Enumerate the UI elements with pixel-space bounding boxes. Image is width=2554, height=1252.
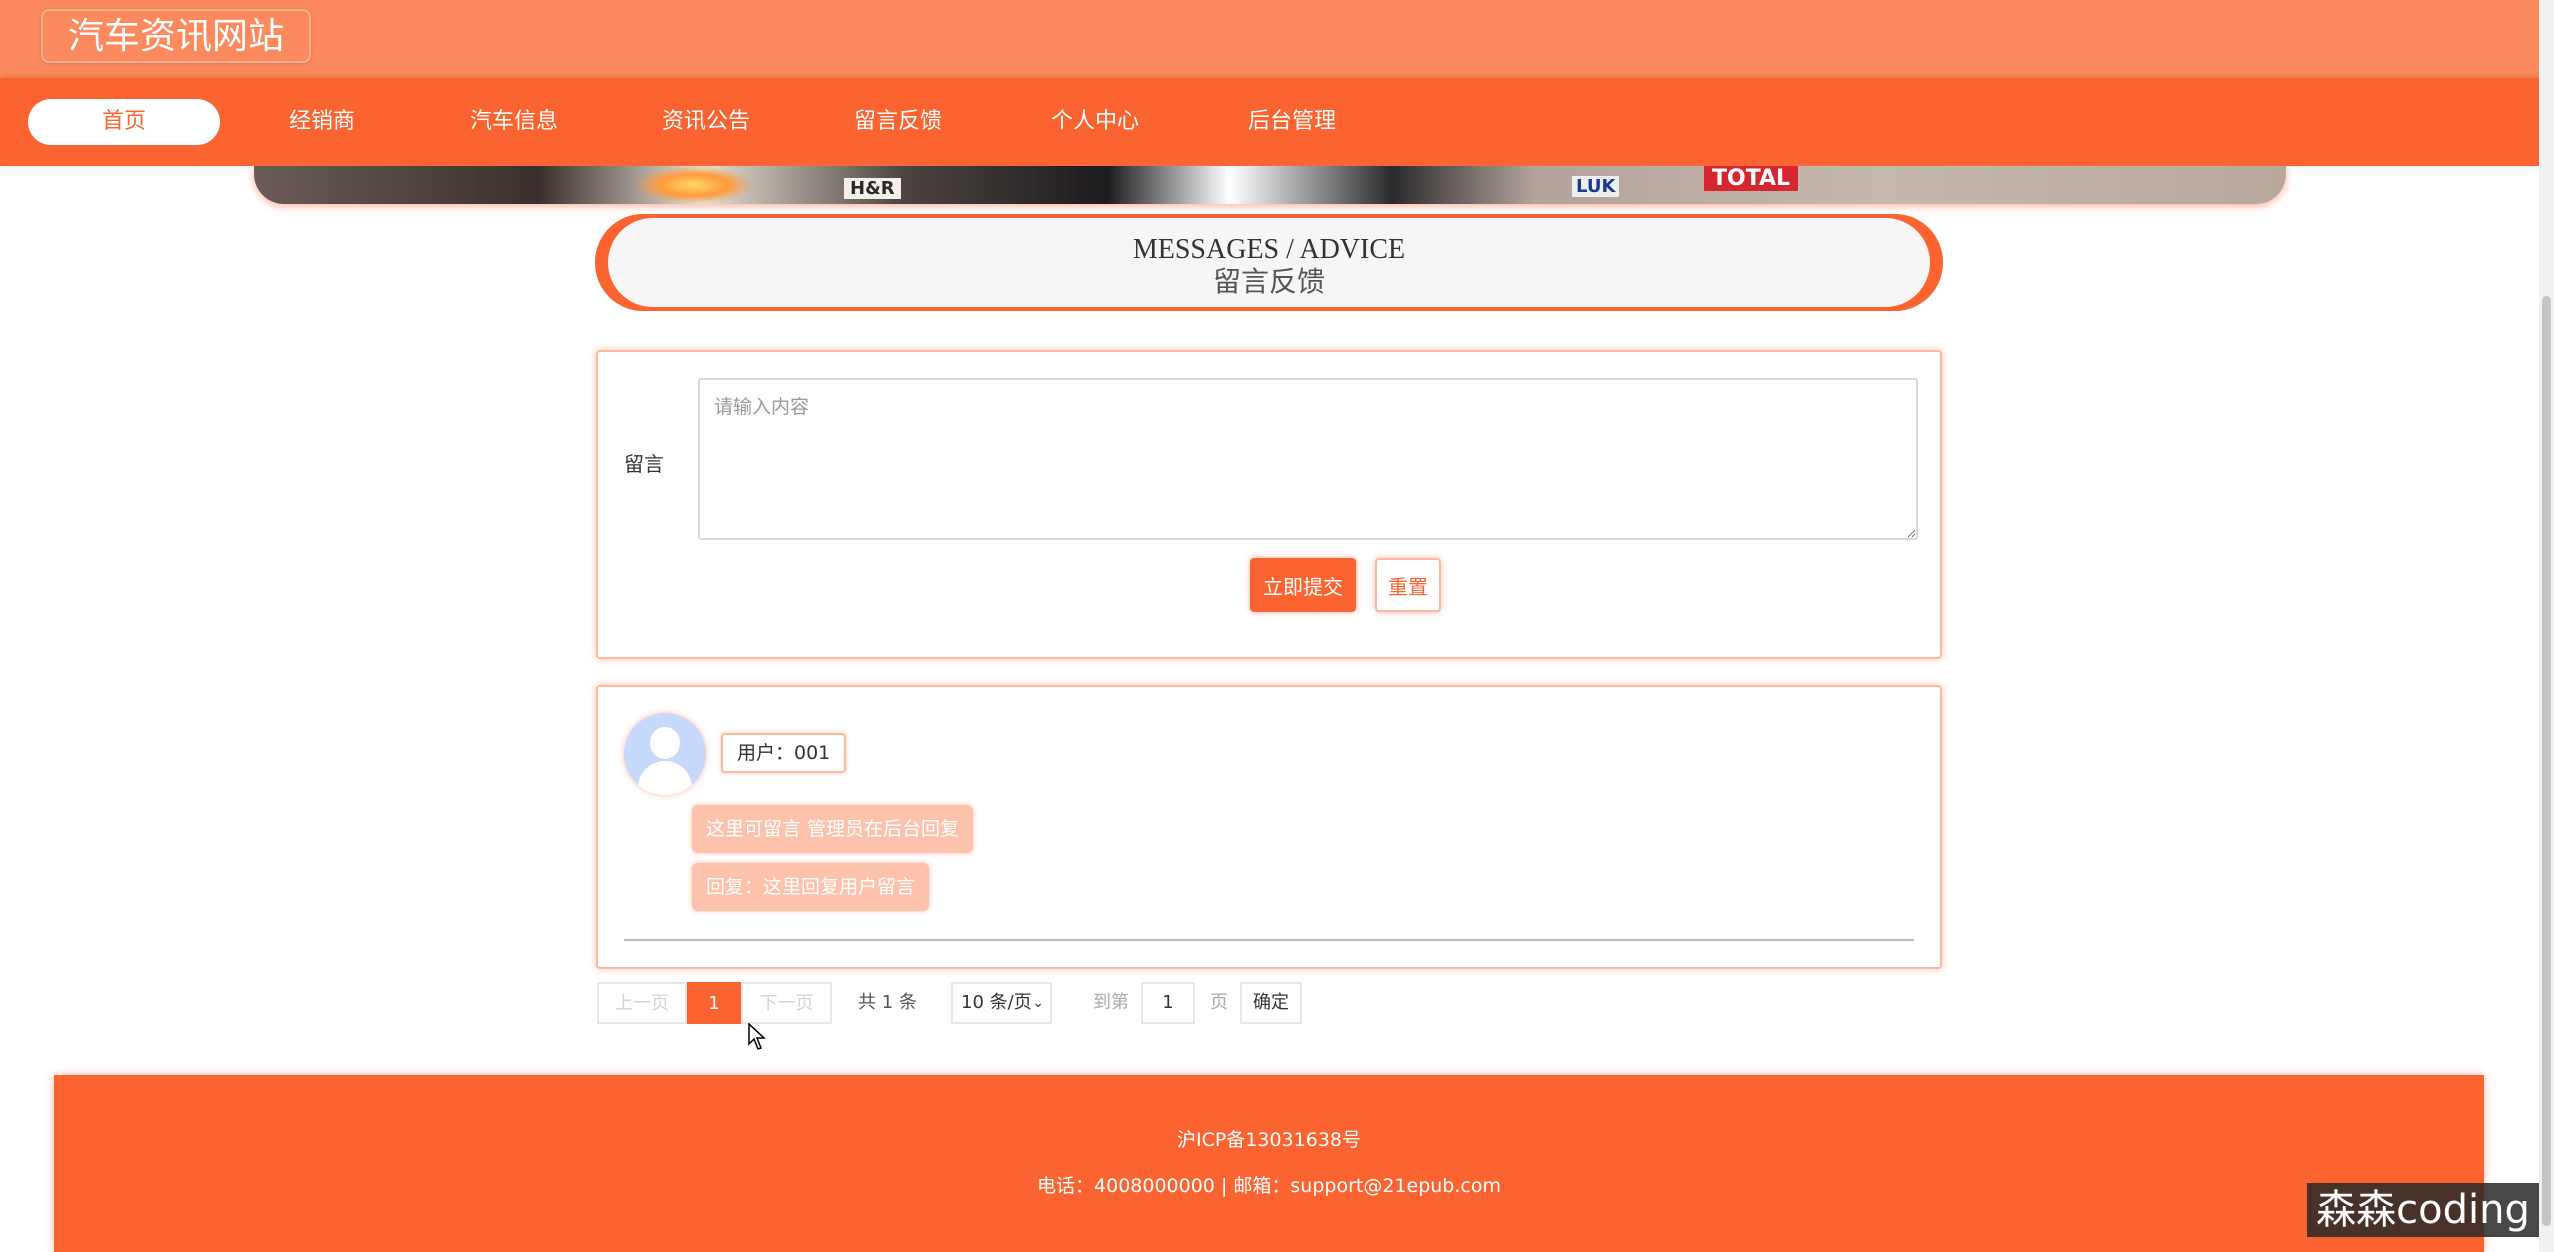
banner-carousel[interactable]: H&R TOTAL LUK <box>254 166 2286 204</box>
nav-item-admin[interactable]: 后台管理 <box>1232 99 1352 145</box>
banner-sponsor-logo: H&R <box>844 178 901 199</box>
footer-icp: 沪ICP备13031638号 <box>1176 1129 1362 1151</box>
watermark: 森森coding <box>2307 1183 2539 1237</box>
divider <box>624 939 1914 941</box>
footer: 沪ICP备13031638号 电话：4008000000 | 邮箱：suppor… <box>54 1075 2484 1252</box>
goto-confirm-button[interactable]: 确定 <box>1240 982 1302 1024</box>
nav-item-news[interactable]: 资讯公告 <box>646 99 766 145</box>
submit-button[interactable]: 立即提交 <box>1250 558 1356 612</box>
next-page-button[interactable]: 下一页 <box>741 982 832 1024</box>
site-title[interactable]: 汽车资讯网站 <box>41 9 311 63</box>
message-form: 留言 立即提交 重置 <box>596 350 1942 659</box>
goto-page-input[interactable]: 1 <box>1141 982 1195 1024</box>
avatar <box>624 713 706 795</box>
page-size-value: 10 条/页 <box>961 992 1032 1013</box>
main-nav: 首页 经销商 汽车信息 资讯公告 留言反馈 个人中心 后台管理 <box>0 78 2539 166</box>
section-title-cn: 留言反馈 <box>1212 265 1325 298</box>
reset-button[interactable]: 重置 <box>1375 558 1441 612</box>
scrollbar[interactable] <box>2539 0 2554 1252</box>
section-title-en: MESSAGES / ADVICE <box>1132 234 1406 265</box>
message-list: 用户：001 这里可留言 管理员在后台回复 回复：这里回复用户留言 <box>596 685 1942 969</box>
message-content: 这里可留言 管理员在后台回复 <box>692 805 974 853</box>
message-reply: 回复：这里回复用户留言 <box>692 863 930 911</box>
current-page[interactable]: 1 <box>687 982 741 1024</box>
scrollbar-thumb[interactable] <box>2542 296 2551 1226</box>
page-size-select[interactable]: 10 条/页 ⌄ <box>951 982 1052 1024</box>
footer-contact: 电话：4008000000 | 邮箱：support@21epub.com <box>1037 1175 1501 1197</box>
nav-item-car-info[interactable]: 汽车信息 <box>454 99 574 145</box>
nav-item-feedback[interactable]: 留言反馈 <box>838 99 958 145</box>
goto-label: 到第 <box>1093 992 1129 1013</box>
message-label: 留言 <box>624 452 664 476</box>
prev-page-button[interactable]: 上一页 <box>597 982 687 1024</box>
message-user: 用户：001 <box>721 733 847 773</box>
page-suffix: 页 <box>1210 992 1228 1013</box>
top-bar: 汽车资讯网站 <box>0 0 2539 78</box>
mouse-cursor-icon <box>748 1023 766 1050</box>
message-input[interactable] <box>698 378 1918 540</box>
banner-sponsor-logo: LUK <box>1572 176 1620 197</box>
banner-sponsor-logo: TOTAL <box>1704 166 1799 191</box>
total-count: 共 1 条 <box>858 992 917 1013</box>
chevron-down-icon: ⌄ <box>1032 995 1044 1011</box>
section-header: MESSAGES / ADVICE 留言反馈 <box>595 214 1943 311</box>
nav-item-home[interactable]: 首页 <box>28 99 220 145</box>
nav-item-dealers[interactable]: 经销商 <box>262 99 382 145</box>
nav-item-profile[interactable]: 个人中心 <box>1035 99 1155 145</box>
banner-image <box>634 166 754 204</box>
